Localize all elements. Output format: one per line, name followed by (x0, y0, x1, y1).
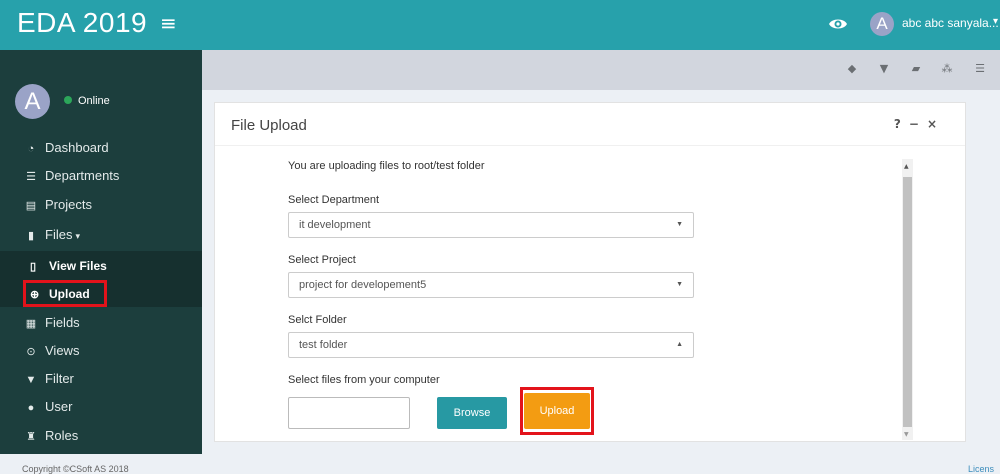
list-icon: ☰ (26, 171, 36, 183)
sidebar-item-files[interactable]: ▮ Files ▾ (24, 227, 80, 242)
eye-circle-icon: ⊙ (26, 346, 36, 358)
upload-destination-text: You are uploading files to root/test fol… (288, 160, 485, 172)
dashboard-icon: ◔ (27, 143, 35, 155)
caret-down-icon: ▾ (75, 231, 80, 241)
sidebar-subitem-label: View Files (49, 259, 107, 273)
online-status: Online (64, 95, 110, 107)
license-link[interactable]: Licens (968, 464, 994, 474)
caret-down-icon: ▼ (676, 221, 683, 228)
sidebar: A Online ◔ Dashboard ☰ Departments ▤ Projec… (0, 50, 202, 454)
file-path-input[interactable] (288, 397, 410, 429)
folder-select-value: test folder (299, 339, 348, 351)
folder-label: Selct Folder (288, 314, 347, 326)
hamburger-icon[interactable]: ≡ (160, 11, 177, 35)
upload-button[interactable]: Upload (524, 393, 590, 429)
department-label: Select Department (288, 194, 380, 206)
sidebar-item-roles[interactable]: ♜ Roles (24, 428, 78, 443)
caret-up-icon: ▲ (676, 341, 683, 348)
help-icon[interactable]: ? (894, 117, 901, 131)
department-select[interactable]: it development ▼ (288, 212, 694, 238)
eye-icon[interactable] (827, 13, 849, 35)
browse-button[interactable]: Browse (437, 397, 507, 429)
sidebar-item-label: User (45, 399, 73, 414)
scroll-thumb[interactable] (903, 177, 912, 427)
user-menu[interactable]: abc abc sanyala... (902, 16, 999, 30)
project-select-value: project for developement5 (299, 279, 427, 291)
close-icon[interactable]: × (927, 117, 937, 131)
top-navbar: EDA 2019 ≡ A abc abc sanyala... ▾ (0, 0, 1000, 50)
tag-icon[interactable]: ◆ (845, 62, 859, 76)
sidebar-item-user[interactable]: ● User (24, 399, 73, 414)
filter-icon[interactable]: ▼ (877, 62, 891, 76)
sidebar-item-label: Filter (45, 371, 74, 386)
sidebar-item-filter[interactable]: ▼ Filter (24, 371, 74, 386)
sidebar-avatar: A (15, 84, 50, 119)
sidebar-item-dashboard[interactable]: ◔ Dashboard (24, 140, 109, 155)
file-upload-panel: File Upload ? − × You are uploading files … (214, 102, 966, 442)
copyright-text: Copyright ©CSoft AS 2018 (22, 464, 129, 474)
panel-divider (215, 145, 965, 146)
user-icon: ● (27, 402, 35, 414)
files-label: Select files from your computer (288, 374, 440, 386)
sidebar-item-label: Fields (45, 315, 80, 330)
scrollbar[interactable]: ▲ ▼ (902, 159, 913, 440)
projects-icon: ▤ (25, 200, 37, 212)
sidebar-item-label: Roles (45, 428, 79, 443)
sidebar-subitem-view-files[interactable]: ▯ View Files (30, 259, 107, 273)
highlight-box (23, 280, 107, 307)
chevron-down-icon[interactable]: ▾ (993, 16, 998, 27)
sidebar-item-label: Departments (45, 168, 120, 183)
project-label: Select Project (288, 254, 356, 266)
minimize-icon[interactable]: − (909, 117, 919, 131)
folder-open-icon[interactable]: ▰ (909, 62, 923, 76)
panel-tools: ? − × (886, 117, 937, 131)
user-avatar[interactable]: A (870, 12, 894, 36)
panel-title: File Upload (231, 117, 307, 134)
toolbar: ◆ ▼ ▰ ⁂ ☰ (202, 50, 1000, 90)
list-icon[interactable]: ☰ (973, 62, 987, 76)
project-select[interactable]: project for developement5 ▼ (288, 272, 694, 298)
folder-select[interactable]: test folder ▲ (288, 332, 694, 358)
file-icon: ▮ (27, 230, 35, 242)
sidebar-item-fields[interactable]: ▦ Fields (24, 315, 80, 330)
sidebar-item-label: Views (45, 343, 80, 358)
filter-icon: ▼ (25, 374, 37, 386)
sidebar-item-label: Projects (45, 197, 92, 212)
scroll-up-icon[interactable]: ▲ (904, 163, 909, 170)
roles-icon: ♜ (26, 431, 36, 443)
sitemap-icon[interactable]: ⁂ (940, 62, 954, 76)
online-status-label: Online (78, 95, 110, 107)
caret-down-icon: ▼ (676, 281, 683, 288)
department-select-value: it development (299, 219, 371, 231)
status-dot-icon (64, 96, 72, 104)
file-outline-icon: ▯ (30, 261, 37, 273)
scroll-down-icon[interactable]: ▼ (904, 431, 909, 438)
sidebar-item-departments[interactable]: ☰ Departments (24, 168, 119, 183)
sidebar-item-projects[interactable]: ▤ Projects (24, 197, 92, 212)
sidebar-item-views[interactable]: ⊙ Views (24, 343, 79, 358)
sidebar-item-label: Dashboard (45, 140, 109, 155)
app-title[interactable]: EDA 2019 (17, 7, 147, 39)
fields-icon: ▦ (25, 318, 37, 330)
sidebar-item-label: Files (45, 227, 73, 242)
